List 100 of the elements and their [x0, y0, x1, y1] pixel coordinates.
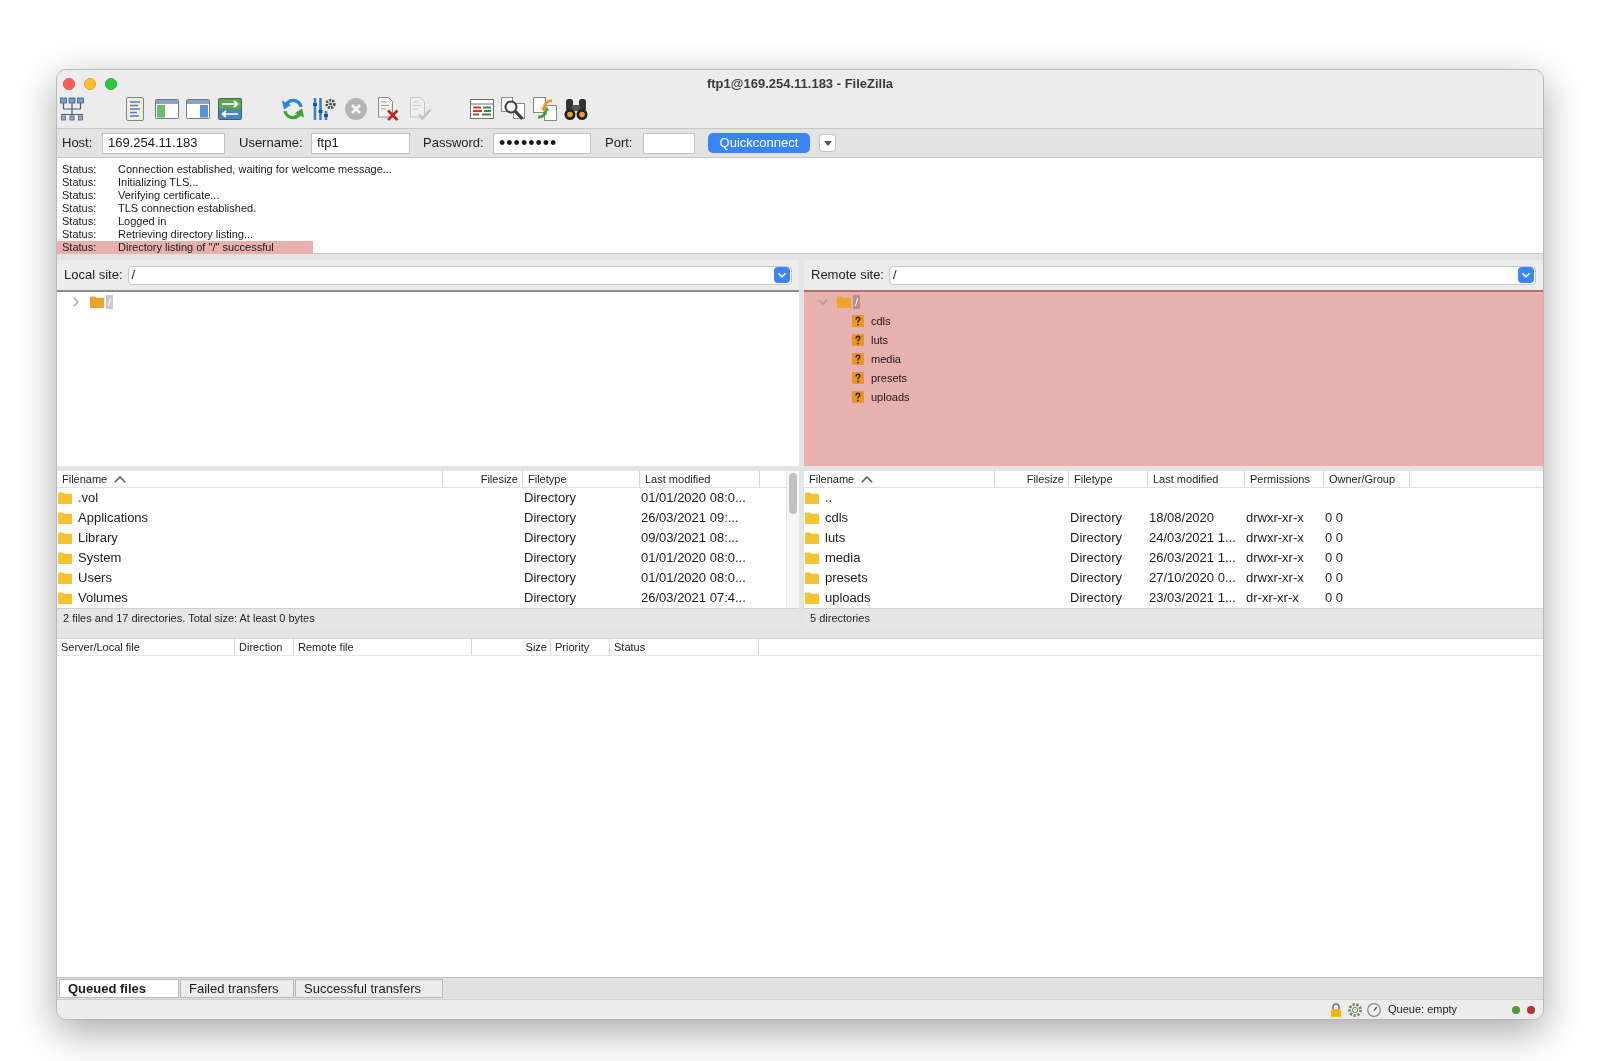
log-type: Status: — [61, 228, 98, 241]
field-label: Username: — [239, 134, 304, 153]
column-header[interactable]: Last modified — [640, 471, 760, 487]
sync-arrows-icon[interactable] — [532, 97, 557, 121]
table-cell-text: 01/01/2020 08:0... — [641, 569, 746, 588]
log-message: Verifying certificate... — [118, 189, 221, 202]
table-cell-text: Directory — [524, 589, 576, 608]
tree-item[interactable]: uploads — [871, 389, 910, 404]
window-layout-icon[interactable] — [154, 97, 179, 121]
path-combobox[interactable]: / — [127, 265, 792, 285]
folder-icon — [805, 532, 819, 544]
table-cell-text: drwxr-xr-x — [1246, 569, 1304, 588]
column-header[interactable]: Server/Local file — [57, 639, 235, 655]
table-icon[interactable] — [469, 97, 494, 121]
tree-item[interactable]: presets — [871, 370, 908, 385]
transfer-arrows-icon[interactable] — [217, 97, 242, 121]
dropdown-button[interactable] — [819, 134, 836, 152]
column-header[interactable]: Filetype — [1069, 471, 1148, 487]
tab[interactable]: Queued files — [59, 979, 179, 998]
field-label: Port: — [605, 134, 634, 153]
folder-icon — [58, 532, 72, 544]
queue-status: Queue: empty — [1388, 1002, 1459, 1018]
folder-icon — [58, 552, 72, 564]
table-cell-text: 18/08/2020 — [1149, 509, 1215, 528]
table-cell-text: Directory — [524, 549, 576, 568]
username-field[interactable]: ftp1 — [311, 132, 410, 154]
table-cell-text: 27/10/2020 0... — [1149, 569, 1236, 588]
scrollbar-thumb[interactable] — [789, 473, 797, 514]
table-cell-text: Directory — [524, 489, 576, 508]
password-field[interactable]: •••••••• — [493, 132, 591, 154]
minimize-icon[interactable] — [84, 77, 96, 90]
refresh-icon[interactable] — [280, 97, 305, 121]
log-message: Directory listing of "/" successful — [118, 241, 313, 254]
table-cell-text: 24/03/2021 1... — [1149, 529, 1236, 548]
gauge-icon[interactable] — [1367, 1002, 1381, 1017]
port-field[interactable] — [643, 132, 695, 154]
question-mark-icon — [852, 352, 864, 365]
question-mark-icon — [852, 390, 864, 403]
tree-item[interactable]: cdls — [871, 313, 891, 328]
table-cell-text: 26/03/2021 09:... — [641, 509, 739, 528]
caret-down-icon — [823, 140, 832, 146]
folder-icon — [58, 512, 72, 524]
question-mark-icon — [852, 314, 864, 327]
column-header[interactable]: Size — [472, 639, 551, 655]
document-icon[interactable] — [123, 97, 147, 121]
table-cell-text: 26/03/2021 1... — [1149, 549, 1236, 568]
column-header[interactable]: Filesize — [443, 471, 523, 487]
column-header[interactable]: Direction — [235, 639, 294, 655]
padlock-icon[interactable] — [1330, 1002, 1342, 1017]
table-cell-text: 0 0 — [1325, 569, 1344, 588]
table-cell-text: Directory — [524, 509, 576, 528]
tab[interactable]: Failed transfers — [180, 979, 294, 998]
quickconnect-button[interactable]: Quickconnect — [708, 133, 810, 153]
maximize-icon[interactable] — [105, 77, 117, 90]
folder-icon — [58, 572, 72, 584]
window-title: ftp1@169.254.11.183 - FileZilla — [706, 74, 894, 93]
file-name: cdls — [825, 509, 849, 528]
file-name: media — [825, 549, 861, 568]
binoculars-icon[interactable] — [564, 97, 588, 121]
column-header[interactable]: Filename — [804, 471, 995, 487]
table-cell-text: Directory — [1070, 589, 1122, 608]
site-label: Local site: — [64, 266, 123, 285]
chevron-down-icon[interactable] — [774, 267, 790, 283]
table-cell-text: Directory — [1070, 529, 1122, 548]
file-name: presets — [825, 569, 868, 588]
folder-icon — [90, 295, 104, 308]
chevron-down-icon[interactable] — [1518, 267, 1534, 283]
table-cell-text: 26/03/2021 07:4... — [641, 589, 746, 608]
column-header[interactable]: Owner/Group — [1324, 471, 1410, 487]
list-summary: 5 directories — [804, 608, 1543, 628]
column-header[interactable]: Filename — [57, 471, 443, 487]
column-header[interactable]: Last modified — [1148, 471, 1245, 487]
path-combobox[interactable]: / — [889, 265, 1536, 285]
gear-icon[interactable] — [1348, 1002, 1362, 1017]
window-layout-icon[interactable] — [186, 97, 210, 121]
log-type: Status: — [61, 189, 98, 202]
file-name: uploads — [825, 589, 871, 608]
bars-gear-icon[interactable] — [312, 97, 336, 121]
folder-icon — [805, 512, 819, 524]
folder-icon — [58, 592, 72, 604]
network-icon[interactable] — [60, 97, 84, 121]
column-header[interactable]: Permissions — [1245, 471, 1324, 487]
tree-item[interactable]: luts — [871, 332, 889, 347]
close-icon[interactable] — [63, 77, 75, 90]
chevron-right-icon[interactable] — [73, 296, 79, 307]
column-header[interactable]: Filetype — [523, 471, 640, 487]
column-header[interactable]: Priority — [551, 639, 610, 655]
tab[interactable]: Successful transfers — [295, 979, 443, 998]
question-mark-icon — [852, 333, 864, 346]
table-cell-text: 23/03/2021 1... — [1149, 589, 1236, 608]
column-header[interactable]: Remote file — [294, 639, 472, 655]
table-cell-text: drwxr-xr-x — [1246, 509, 1304, 528]
tree-item[interactable]: media — [871, 351, 901, 366]
column-header[interactable]: Filesize — [995, 471, 1069, 487]
log-message: Initializing TLS... — [118, 176, 200, 189]
document-cross-icon[interactable] — [375, 97, 399, 121]
folder-icon — [805, 572, 819, 584]
column-header[interactable]: Status — [610, 639, 759, 655]
host-field[interactable]: 169.254.11.183 — [102, 132, 225, 154]
magnifier-icon[interactable] — [501, 97, 525, 121]
